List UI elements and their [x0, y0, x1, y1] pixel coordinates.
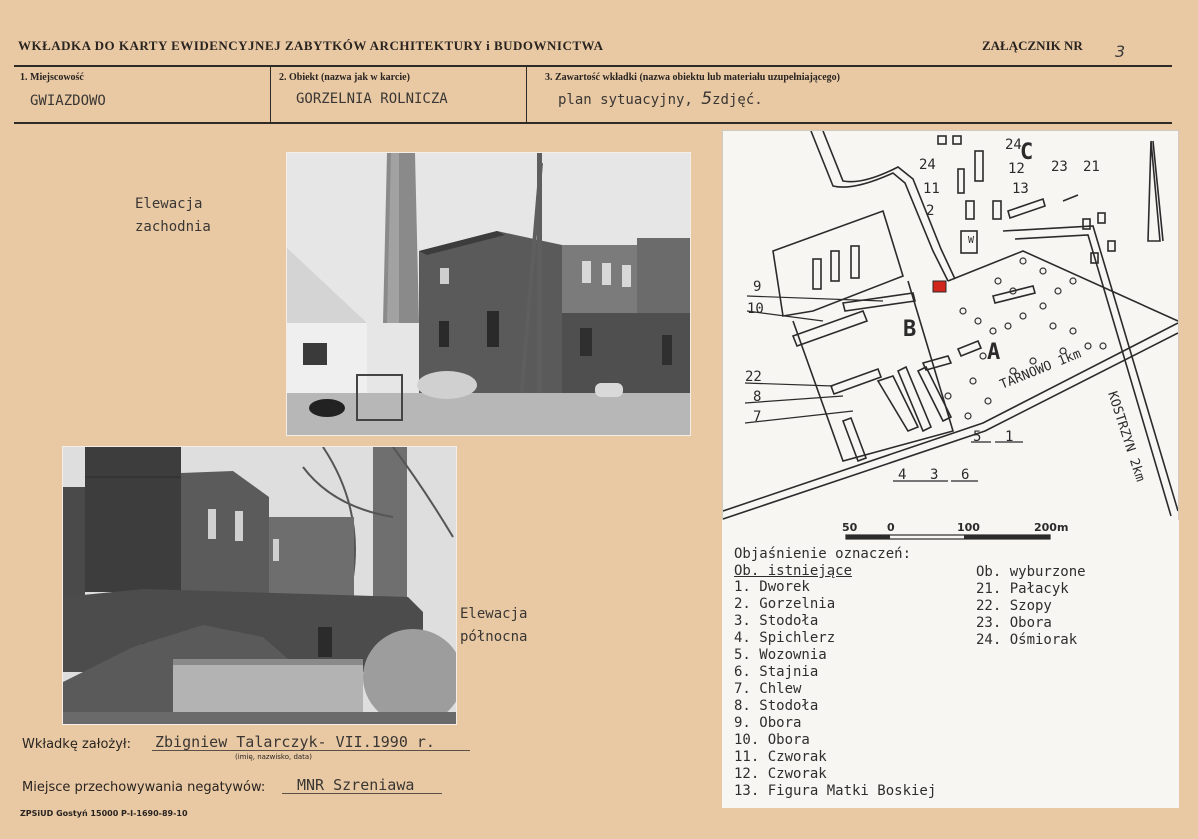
map-num-5: 5: [973, 429, 981, 445]
caption-north-line2: północna: [460, 629, 528, 645]
caption-north: Elewacja północna: [460, 603, 527, 649]
map-label-b: B: [903, 317, 916, 342]
legend-demolished-item: 21. Pałacyk: [976, 581, 1069, 597]
caption-west-line1: Elewacja: [135, 196, 203, 212]
map-label-a: A: [987, 340, 1000, 365]
legend-existing-item: 5. Wozownia: [734, 647, 827, 663]
field-contents-value: plan sytuacyjny, 5zdjęć.: [558, 89, 763, 109]
header-rule: [14, 65, 1172, 67]
photo-north-elevation: [62, 446, 457, 725]
legend-existing-item: 12. Czworak: [734, 766, 827, 782]
site-plan-drawing: C B A W TARNOWO 1km KOSTRZYN 2km 24 12 2…: [722, 130, 1179, 520]
field-contents-number: 5: [701, 89, 713, 109]
legend-existing-item: 3. Stodoła: [734, 613, 819, 629]
map-num-22: 22: [745, 369, 762, 385]
map-label-w: W: [968, 235, 975, 246]
caption-west-line2: zachodnia: [135, 219, 211, 235]
map-num-12: 12: [1008, 161, 1025, 177]
field-object-label: 2. Obiekt (nazwa jak w karcie): [279, 72, 410, 83]
field-contents-suffix: zdjęć.: [712, 92, 763, 108]
author-hint: (imię, nazwisko, data): [235, 753, 312, 761]
map-num-7: 7: [753, 409, 761, 425]
map-num-10: 10: [747, 301, 764, 317]
fields-rule: [14, 122, 1172, 124]
legend-existing-heading: Ob. istniejące: [734, 563, 853, 579]
map-num-3: 3: [930, 467, 938, 483]
field-object-value: GORZELNIA ROLNICZA: [296, 91, 448, 107]
map-num-1: 1: [1005, 429, 1013, 445]
card-title: WKŁADKA DO KARTY EWIDENCYJNEJ ZABYTKÓW A…: [18, 38, 604, 53]
annex-label: ZAŁĄCZNIK NR: [982, 38, 1083, 53]
scale-100: 100: [957, 521, 980, 534]
map-num-23: 23: [1051, 159, 1068, 175]
photo-west-elevation: [286, 152, 691, 436]
map-num-9: 9: [753, 279, 761, 295]
legend-existing-item: 8. Stodoła: [734, 698, 819, 714]
scale-50: 50: [842, 521, 858, 534]
legend-panel: 50 0 100 200m Objaśnienie oznaczeń: Ob. …: [722, 520, 1179, 808]
record-card: WKŁADKA DO KARTY EWIDENCYJNEJ ZABYTKÓW A…: [0, 0, 1198, 839]
legend-demolished-list: 21. Pałacyk 22. Szopy 23. Obora 24. Ośmiora…: [976, 581, 1077, 649]
author-underline: [152, 750, 470, 751]
distillery-marker: [932, 280, 947, 293]
scale-0: 0: [887, 521, 895, 534]
author-value: Zbigniew Talarczyk- VII.1990 r.: [155, 733, 435, 751]
legend-existing-item: 7. Chlew: [734, 681, 802, 697]
map-num-24a: 24: [1005, 137, 1022, 153]
printer-note: ZPSiUD Gostyń 15000 P-I-1690-89-10: [20, 809, 188, 818]
field-divider-2: [526, 67, 527, 122]
storage-value: MNR Szreniawa: [297, 776, 415, 794]
legend-existing-item: 9. Obora: [734, 715, 802, 731]
photo-west-image: [287, 153, 690, 435]
author-label: Wkładkę założył:: [22, 737, 131, 752]
legend-existing-item: 13. Figura Matki Boskiej: [734, 783, 937, 799]
storage-underline: [282, 793, 442, 794]
legend-demolished-heading: Ob. wyburzone: [976, 564, 1086, 580]
map-num-21: 21: [1083, 159, 1100, 175]
caption-west: Elewacja zachodnia: [135, 193, 211, 239]
site-plan-map: C B A W TARNOWO 1km KOSTRZYN 2km 24 12 2…: [722, 130, 1179, 522]
legend-demolished-item: 22. Szopy: [976, 598, 1052, 614]
map-num-24b: 24: [919, 157, 936, 173]
legend-demolished-item: 24. Ośmiorak: [976, 632, 1078, 648]
caption-north-line1: Elewacja: [460, 606, 528, 622]
field-place-value: GWIAZDOWO: [30, 93, 106, 109]
field-divider-1: [270, 67, 271, 122]
legend-heading: Objaśnienie oznaczeń:: [734, 546, 912, 562]
map-num-6: 6: [961, 467, 969, 483]
field-place-label: 1. Miejscowość: [20, 72, 84, 83]
legend-existing-item: 6. Stajnia: [734, 664, 819, 680]
map-num-8: 8: [753, 389, 761, 405]
annex-number: 3: [1115, 42, 1126, 61]
storage-label: Miejsce przechowywania negatywów:: [22, 780, 266, 795]
map-num-4: 4: [898, 467, 906, 483]
legend-existing-item: 11. Czworak: [734, 749, 827, 765]
map-num-13: 13: [1012, 181, 1029, 197]
legend-demolished-item: 23. Obora: [976, 615, 1052, 631]
map-num-2: 2: [926, 203, 934, 219]
scale-200m: 200m: [1034, 521, 1068, 534]
legend-existing-item: 1. Dworek: [734, 579, 810, 595]
photo-north-image: [63, 447, 456, 724]
legend-existing-item: 4. Spichlerz: [734, 630, 836, 646]
field-contents-label: 3. Zawartość wkładki (nazwa obiektu lub …: [545, 72, 841, 83]
field-contents-prefix: plan sytuacyjny,: [558, 92, 693, 108]
legend-existing-list: 1. Dworek 2. Gorzelnia 3. Stodoła 4. Spichl…: [734, 579, 936, 800]
map-num-11: 11: [923, 181, 940, 197]
legend-existing-item: 2. Gorzelnia: [734, 596, 836, 612]
legend-existing-item: 10. Obora: [734, 732, 810, 748]
map-road-kostrzyn: KOSTRZYN 2km: [1104, 390, 1147, 484]
